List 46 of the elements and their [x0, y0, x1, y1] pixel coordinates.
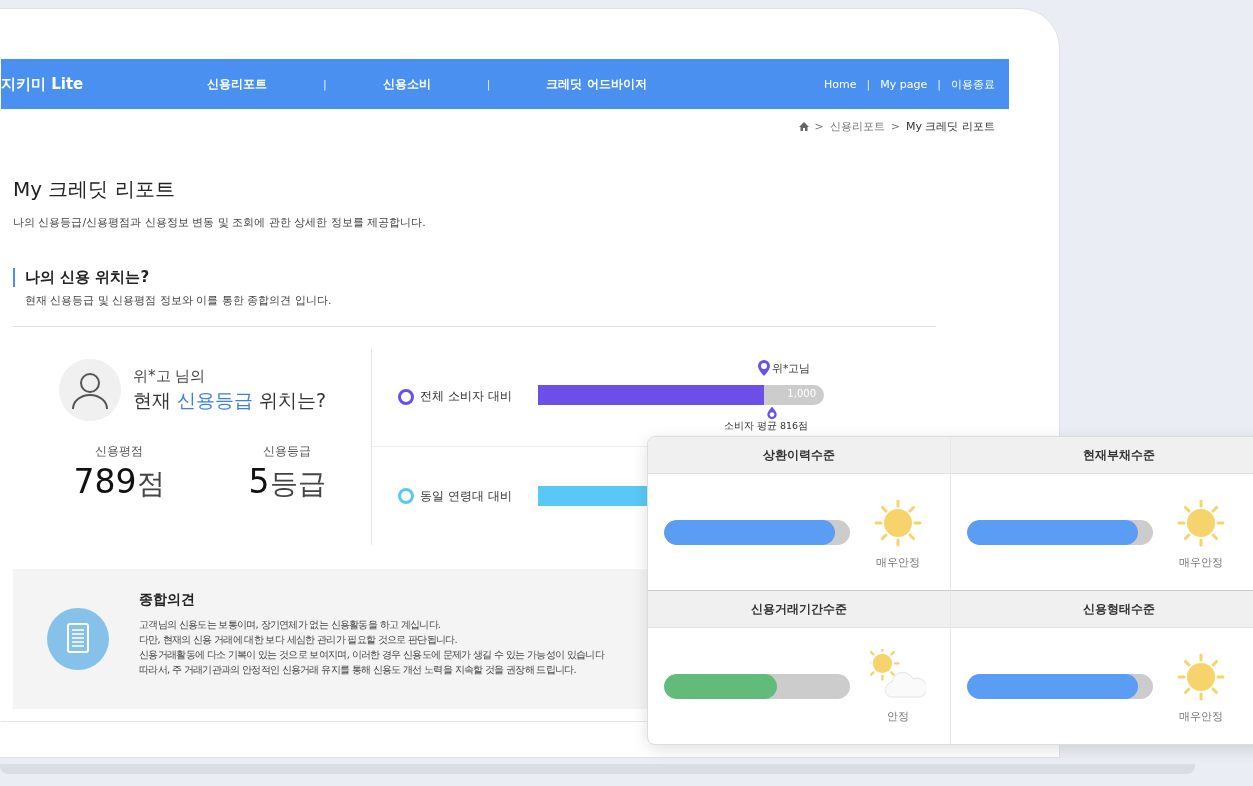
- page-description: 나의 신용등급/신용평점과 신용정보 변동 및 조회에 관한 상세한 정보를 제공합니다.: [13, 215, 427, 230]
- average-marker-label: 소비자 평균 816점: [723, 420, 809, 431]
- stat-value: 789점: [72, 462, 166, 503]
- app-logo[interactable]: 지키미 Lite: [1, 74, 151, 94]
- indicator-status: 안정: [887, 708, 909, 724]
- comparison-label: 동일 연령대 대비: [420, 487, 513, 505]
- separator: |: [937, 77, 941, 91]
- breadcrumb-separator: >: [890, 120, 900, 133]
- document-icon: [47, 608, 109, 670]
- user-greeting: 위*고 님의: [133, 366, 207, 386]
- opinion-text: 다만, 현재의 신용 거래에 대한 보다 세심한 관리가 필요할 것으로 판단됩니다.: [139, 633, 459, 647]
- user-marker-label: 위*고님: [771, 360, 811, 376]
- indicator-status: 매우안정: [1179, 554, 1223, 570]
- credit-question: 현재 신용등급 위치는?: [133, 387, 327, 413]
- stat-value: 5등급: [247, 462, 327, 503]
- indicator-title: 신용형태수준: [951, 591, 1253, 628]
- section-title: 나의 신용 위치는?: [13, 268, 1009, 287]
- opinion-text: 따라서, 주 거래기관과의 안정적인 신용거래 유지를 통해 신용도 개선 노력을 지속할 것을 권장해 드립니다.: [139, 663, 578, 677]
- utility-link[interactable]: My page: [880, 77, 928, 91]
- stat-label: 신용평점: [94, 443, 144, 460]
- home-icon[interactable]: [798, 122, 809, 131]
- opinion-title: 종합의견: [139, 591, 196, 609]
- opinion-text: 고객님의 신용도는 보통이며, 장기연체가 없는 신용활동을 하고 계십니다.: [139, 618, 442, 632]
- indicator-title: 현재부채수준: [951, 437, 1253, 474]
- separator: |: [866, 77, 871, 91]
- section-description: 현재 신용등급 및 신용평점 정보와 이를 통한 종합의견 입니다.: [25, 293, 333, 308]
- breadcrumb-link[interactable]: My 크레딧 리포트: [906, 119, 995, 134]
- indicator-status: 매우안정: [1179, 708, 1223, 724]
- opinion-text: 신용거래활동에 다소 기복이 있는 것으로 보여지며, 이러한 경우 신용도에 문제가 생길 수 있는 가능성이 있습니다: [139, 648, 604, 662]
- indicator-title: 신용거래기간수준: [648, 591, 950, 628]
- indicator-status: 매우안정: [876, 554, 920, 570]
- stat-label: 신용등급: [262, 443, 312, 460]
- nav-link[interactable]: 신용소비: [326, 75, 487, 93]
- separator: |: [486, 77, 491, 91]
- breadcrumb-separator: >: [814, 120, 824, 133]
- page-title: My 크레딧 리포트: [13, 176, 176, 203]
- location-pin-icon: [764, 406, 779, 420]
- indicator-title: 상환이력수준: [648, 437, 950, 474]
- separator: |: [323, 77, 327, 91]
- utility-link[interactable]: Home: [824, 77, 857, 91]
- breadcrumb-link[interactable]: 신용리포트: [829, 119, 885, 134]
- nav-link[interactable]: 크레딧 어드바이저: [490, 75, 703, 93]
- comparison-label: 전체 소비자 대비: [420, 388, 513, 405]
- nav-link[interactable]: 신용리포트: [151, 75, 323, 93]
- location-pin-icon: [756, 359, 771, 377]
- utility-link[interactable]: 이용종료: [951, 76, 995, 92]
